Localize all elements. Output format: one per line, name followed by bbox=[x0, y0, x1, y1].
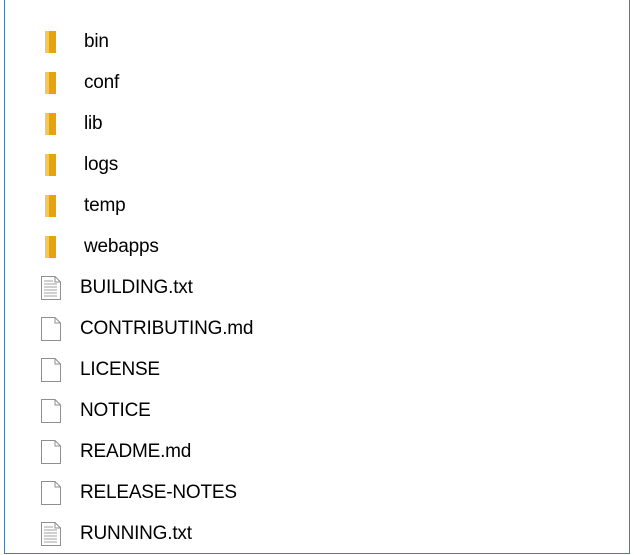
file-explorer-window: bin conf lib logs temp webapps BUILDING.… bbox=[4, 0, 630, 554]
list-item[interactable]: README.md bbox=[41, 431, 253, 472]
folder-icon bbox=[41, 234, 71, 260]
list-item[interactable]: logs bbox=[41, 144, 253, 185]
item-name: NOTICE bbox=[80, 399, 151, 421]
list-item[interactable]: CONTRIBUTING.md bbox=[41, 308, 253, 349]
item-name: LICENSE bbox=[80, 358, 160, 380]
item-name: CONTRIBUTING.md bbox=[80, 317, 254, 339]
text-file-icon bbox=[41, 275, 67, 301]
list-item[interactable]: RUNNING.txt bbox=[41, 513, 253, 554]
list-item[interactable]: RELEASE-NOTES bbox=[41, 472, 253, 513]
item-name: README.md bbox=[80, 440, 192, 462]
item-name: bin bbox=[84, 30, 109, 52]
item-name: RELEASE-NOTES bbox=[80, 481, 237, 503]
list-item[interactable]: conf bbox=[41, 62, 253, 103]
list-item[interactable]: lib bbox=[41, 103, 253, 144]
list-item[interactable]: LICENSE bbox=[41, 349, 253, 390]
folder-icon bbox=[41, 193, 71, 219]
folder-icon bbox=[41, 29, 71, 55]
item-name: BUILDING.txt bbox=[80, 276, 193, 298]
list-item[interactable]: temp bbox=[41, 185, 253, 226]
item-name: conf bbox=[84, 71, 120, 93]
item-name: logs bbox=[84, 153, 119, 175]
file-list: bin conf lib logs temp webapps BUILDING.… bbox=[41, 21, 253, 554]
list-item[interactable]: BUILDING.txt bbox=[41, 267, 253, 308]
folder-icon bbox=[41, 111, 71, 137]
blank-file-icon bbox=[41, 398, 67, 424]
text-file-icon bbox=[41, 521, 67, 547]
item-name: webapps bbox=[84, 235, 159, 257]
blank-file-icon bbox=[41, 480, 67, 506]
item-name: temp bbox=[84, 194, 126, 216]
list-item[interactable]: webapps bbox=[41, 226, 253, 267]
blank-file-icon bbox=[41, 316, 67, 342]
item-name: lib bbox=[84, 112, 103, 134]
blank-file-icon bbox=[41, 439, 67, 465]
folder-icon bbox=[41, 70, 71, 96]
blank-file-icon bbox=[41, 357, 67, 383]
item-name: RUNNING.txt bbox=[80, 522, 192, 544]
folder-icon bbox=[41, 152, 71, 178]
list-item[interactable]: NOTICE bbox=[41, 390, 253, 431]
list-item[interactable]: bin bbox=[41, 21, 253, 62]
